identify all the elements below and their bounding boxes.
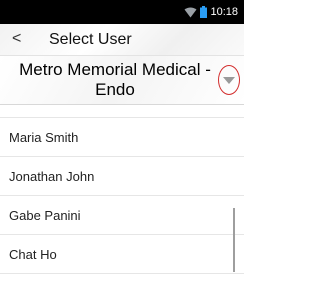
user-item-gabe-panini[interactable]: Gabe Panini bbox=[0, 196, 244, 235]
user-item-maria-smith[interactable]: Maria Smith bbox=[0, 118, 244, 157]
status-icons: 10:18 bbox=[184, 5, 238, 19]
page-title: Select User bbox=[49, 31, 132, 48]
wifi-icon bbox=[184, 7, 197, 17]
user-item-jonathan-john[interactable]: Jonathan John bbox=[0, 157, 244, 196]
facility-selector[interactable]: Metro Memorial Medical - Endo bbox=[0, 56, 244, 105]
facility-name: Metro Memorial Medical - Endo bbox=[19, 60, 211, 99]
list-divider bbox=[0, 105, 244, 118]
facility-dropdown-button[interactable] bbox=[218, 65, 240, 95]
status-bar: 10:18 bbox=[0, 0, 244, 24]
status-time: 10:18 bbox=[210, 6, 238, 18]
chevron-down-icon bbox=[223, 77, 235, 84]
scrollbar[interactable] bbox=[233, 208, 235, 272]
battery-icon bbox=[200, 6, 208, 18]
app-header: < Select User bbox=[0, 24, 244, 56]
user-list[interactable]: Maria Smith Jonathan John Gabe Panini Ch… bbox=[0, 105, 244, 301]
back-button[interactable]: < bbox=[12, 28, 30, 50]
user-item-chat-ho[interactable]: Chat Ho bbox=[0, 235, 244, 274]
